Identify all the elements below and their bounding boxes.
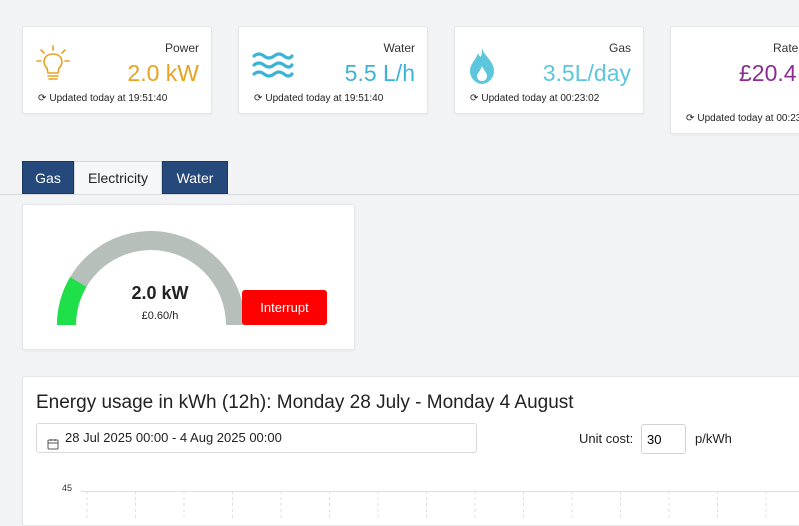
- water-updated: ⟳ Updated today at 19:51:40: [254, 93, 384, 104]
- gas-value: 3.5L/day: [542, 60, 631, 86]
- power-gauge-card: 2.0 kW £0.60/h Interrupt: [22, 204, 355, 350]
- date-range-picker[interactable]: 28 Jul 2025 00:00 - 4 Aug 2025 00:00: [36, 423, 477, 453]
- date-range-value: 28 Jul 2025 00:00 - 4 Aug 2025 00:00: [65, 430, 282, 445]
- rate-label: Rate: [773, 41, 799, 55]
- gas-card: Gas 3.5L/day ⟳ Updated today at 00:23:02: [454, 26, 644, 114]
- energy-usage-card: Energy usage in kWh (12h): Monday 28 Jul…: [22, 376, 799, 526]
- power-value: 2.0 kW: [127, 60, 199, 86]
- y-axis-tick: 45: [62, 483, 73, 493]
- tab-electricity[interactable]: Electricity: [74, 161, 162, 194]
- power-card: Power 2.0 kW ⟳ Updated today at 19:51:40: [22, 26, 212, 114]
- refresh-icon: ⟳: [38, 93, 47, 104]
- interrupt-button[interactable]: Interrupt: [242, 290, 327, 325]
- tab-gas[interactable]: Gas: [22, 161, 74, 194]
- refresh-icon: ⟳: [686, 113, 695, 124]
- flame-icon: [467, 47, 497, 90]
- unit-cost-input[interactable]: [641, 424, 686, 454]
- gauge-value: 2.0 kW: [131, 283, 189, 303]
- refresh-icon: ⟳: [254, 93, 263, 104]
- gauge-fill: [57, 277, 87, 325]
- unit-cost-suffix: p/kWh: [695, 431, 732, 446]
- rate-value: £20.4: [739, 60, 797, 86]
- unit-cost-label: Unit cost:: [579, 431, 634, 446]
- rate-updated: ⟳ Updated today at 00:23: [686, 113, 799, 124]
- water-label: Water: [383, 41, 415, 55]
- lightbulb-icon: [36, 44, 70, 89]
- refresh-icon: ⟳: [470, 93, 479, 104]
- gauge-cost: £0.60/h: [141, 310, 179, 322]
- power-updated: ⟳ Updated today at 19:51:40: [38, 93, 168, 104]
- rate-card: Rate £20.4 ⟳ Updated today at 00:23: [670, 26, 799, 134]
- calendar-icon: [47, 432, 59, 460]
- power-label: Power: [164, 41, 199, 55]
- gas-updated: ⟳ Updated today at 00:23:02: [470, 93, 600, 104]
- usage-chart-grid: [81, 491, 799, 521]
- water-card: Water 5.5 L/h ⟳ Updated today at 19:51:40: [238, 26, 428, 114]
- gas-label: Gas: [608, 41, 631, 55]
- water-value: 5.5 L/h: [344, 60, 415, 86]
- usage-title: Energy usage in kWh (12h): Monday 28 Jul…: [36, 392, 574, 413]
- tab-water[interactable]: Water: [162, 161, 228, 194]
- water-waves-icon: [252, 51, 294, 86]
